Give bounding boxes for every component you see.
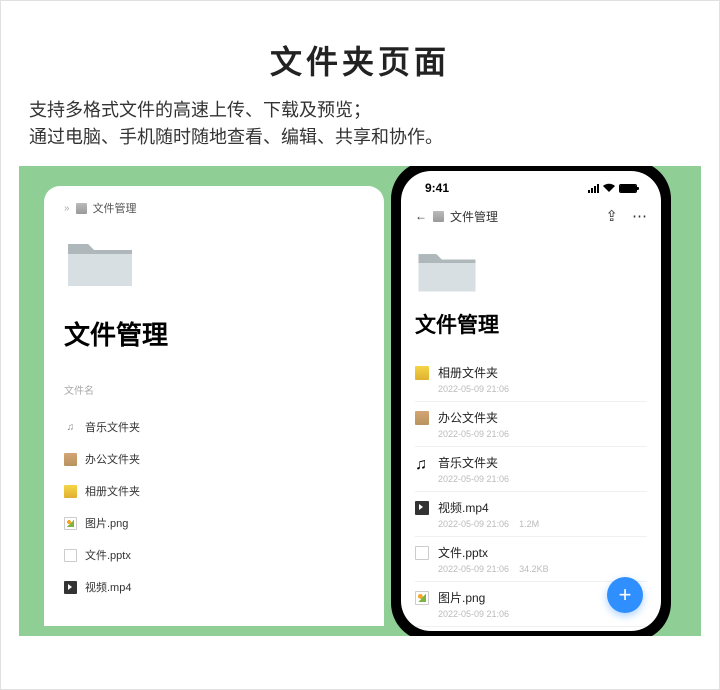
- chevron-icon: »: [64, 203, 70, 214]
- file-list: ♫音乐文件夹 办公文件夹 相册文件夹 图片.png 文件.pptx 视频.mp4: [64, 411, 364, 603]
- add-button[interactable]: +: [607, 577, 643, 613]
- list-item[interactable]: 相册文件夹2022-05-09 21:06: [415, 357, 647, 402]
- watermark: 新浪众测: [645, 659, 713, 683]
- list-item[interactable]: 文件.pptx2022-05-09 21:0634.2KB: [415, 537, 647, 582]
- image-icon: [415, 591, 429, 605]
- album-icon: [415, 366, 429, 380]
- page-description: 支持多格式文件的高速上传、下载及预览； 通过电脑、手机随时随地查看、编辑、共享和…: [19, 97, 701, 151]
- video-icon: [415, 501, 429, 515]
- status-time: 9:41: [425, 181, 449, 195]
- document-icon: [64, 549, 77, 562]
- list-item[interactable]: ♫音乐文件夹: [64, 411, 364, 443]
- more-icon[interactable]: ⋯: [632, 207, 647, 225]
- music-icon: ♫: [64, 421, 77, 434]
- showcase-area: » 文件管理 文件管理 文件名 ♫音乐文件夹 办公文件夹 相册文件夹 图片.pn…: [19, 166, 701, 636]
- list-item[interactable]: 办公文件夹2022-05-09 21:06: [415, 402, 647, 447]
- list-item[interactable]: 文件.pptx: [64, 539, 364, 571]
- status-bar: 9:41: [415, 177, 647, 203]
- breadcrumb-label: 文件管理: [450, 208, 498, 225]
- folder-hero-icon: [415, 247, 479, 295]
- column-header: 文件名: [64, 382, 364, 397]
- breadcrumb[interactable]: » 文件管理: [64, 200, 364, 216]
- promo-frame: 文件夹页面 支持多格式文件的高速上传、下载及预览； 通过电脑、手机随时随地查看、…: [0, 0, 720, 690]
- phone-screen: 9:41 ← 文件管理 ⇪ ⋯: [401, 171, 661, 631]
- phone-header: ← 文件管理 ⇪ ⋯: [415, 203, 647, 235]
- breadcrumb-label: 文件管理: [93, 200, 137, 216]
- folder-hero-icon: [64, 236, 136, 290]
- list-item[interactable]: 图片.png: [64, 507, 364, 539]
- folder-icon: [433, 211, 444, 222]
- phone-title: 文件管理: [415, 309, 647, 339]
- desktop-title: 文件管理: [64, 315, 364, 352]
- folder-icon: [76, 203, 87, 214]
- wifi-icon: [602, 183, 616, 193]
- page-title: 文件夹页面: [19, 37, 701, 83]
- share-icon[interactable]: ⇪: [605, 207, 618, 225]
- music-icon: ♫: [415, 456, 429, 470]
- back-icon[interactable]: ←: [415, 209, 427, 223]
- list-item[interactable]: 视频.mp4: [64, 571, 364, 603]
- desktop-mockup: » 文件管理 文件管理 文件名 ♫音乐文件夹 办公文件夹 相册文件夹 图片.pn…: [44, 186, 384, 626]
- document-icon: [415, 546, 429, 560]
- phone-mockup: 9:41 ← 文件管理 ⇪ ⋯: [391, 166, 671, 636]
- folder-icon: [64, 453, 77, 466]
- battery-icon: [619, 184, 637, 193]
- album-icon: [64, 485, 77, 498]
- list-item[interactable]: 相册文件夹: [64, 475, 364, 507]
- signal-icon: [588, 184, 599, 193]
- list-item[interactable]: 视频.mp42022-05-09 21:061.2M: [415, 492, 647, 537]
- image-icon: [64, 517, 77, 530]
- list-item[interactable]: ♫音乐文件夹2022-05-09 21:06: [415, 447, 647, 492]
- video-icon: [64, 581, 77, 594]
- list-item[interactable]: 办公文件夹: [64, 443, 364, 475]
- folder-icon: [415, 411, 429, 425]
